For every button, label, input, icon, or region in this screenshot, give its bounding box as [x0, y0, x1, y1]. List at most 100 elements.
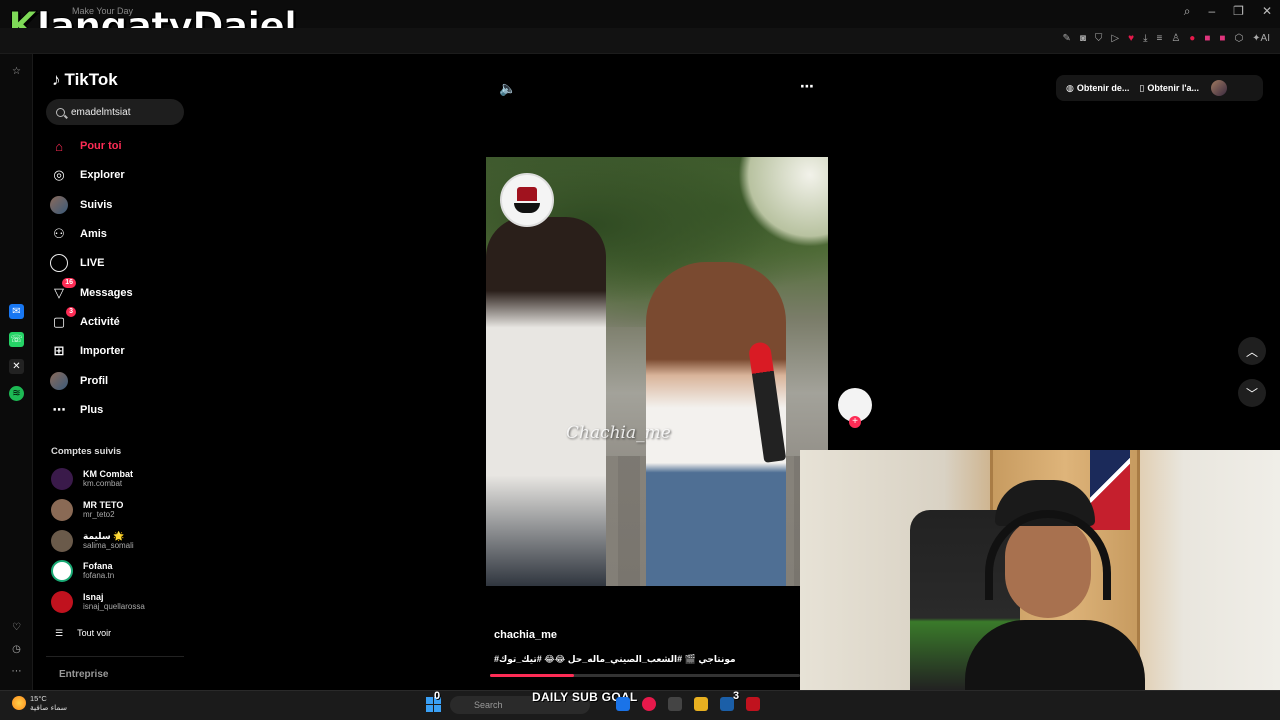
app-icon[interactable] [746, 697, 760, 711]
nav-friends[interactable]: ⚇ Amis [50, 223, 107, 245]
get-coins-button[interactable]: ◍ Obtenir de... [1066, 83, 1129, 94]
avatar [51, 530, 73, 552]
get-app-button[interactable]: ▯ Obtenir l'a... [1139, 83, 1199, 94]
video-hashtags[interactable]: #مونتاجي 🎬 #الشعب_الصيني_ماله_حل 😂😂 #تيك… [494, 654, 736, 665]
messages-badge: 16 [62, 278, 76, 288]
see-all-link[interactable]: ☰ Tout voir [55, 628, 111, 639]
search-icon [56, 107, 65, 117]
streamer [965, 480, 1175, 690]
header-actions: ◍ Obtenir de... ▯ Obtenir l'a... [1056, 75, 1263, 101]
play-icon[interactable]: ▷ [1111, 33, 1119, 44]
download-icon[interactable]: ⤓ [1143, 33, 1147, 44]
tiktok-note-icon: ♪ [52, 70, 61, 89]
nav-profile[interactable]: Profil [50, 370, 108, 392]
nav-following[interactable]: Suivis [50, 194, 112, 216]
weather-widget[interactable]: 15°C سماء صافية [12, 694, 67, 712]
taskbar-apps [616, 697, 760, 711]
minimize-icon[interactable]: – [1208, 4, 1215, 19]
app-icon[interactable] [668, 697, 682, 711]
following-avatar-icon [50, 196, 68, 214]
tiktok-logo[interactable]: ♪ TikTok [52, 70, 118, 90]
more-options-icon[interactable]: ⋯ [800, 78, 814, 95]
camera-icon[interactable]: ◙ [1080, 33, 1086, 44]
activity-badge: 3 [66, 307, 76, 317]
plus-square-icon: ⊞ [53, 343, 65, 358]
heart-outline-icon[interactable]: ♡ [9, 620, 24, 635]
avatar [51, 591, 73, 613]
search-bar[interactable] [46, 99, 184, 125]
sun-icon [12, 696, 26, 710]
more-dots-icon: ⋯ [52, 402, 66, 417]
followed-accounts-title: Comptes suivis [51, 446, 122, 457]
avatar [51, 499, 73, 521]
channel-logo [500, 173, 554, 227]
window-controls: ⌕ – ❐ ✕ [1184, 4, 1272, 19]
messenger-icon[interactable]: ✉ [9, 304, 24, 319]
video-username[interactable]: chachia_me [494, 629, 557, 641]
spotify-icon[interactable]: ≋ [9, 386, 24, 401]
next-video-button[interactable]: ﹀ [1238, 379, 1266, 407]
user-avatar[interactable] [1210, 80, 1227, 96]
nav-for-you[interactable]: ⌂ Pour toi [50, 135, 122, 157]
volume-icon[interactable]: 🔈 [499, 80, 516, 97]
live-icon [50, 254, 68, 272]
edge-icon[interactable] [616, 697, 630, 711]
steam-icon[interactable] [720, 697, 734, 711]
whatsapp-icon[interactable]: ☏ [9, 332, 24, 347]
enterprise-link[interactable]: Entreprise [59, 669, 108, 680]
puzzle-icon[interactable]: ⬡ [1234, 33, 1243, 44]
search-icon[interactable]: ⌕ [1184, 4, 1191, 19]
heart-icon[interactable]: ♥ [1128, 33, 1134, 44]
followed-account[interactable]: سليمة 🌟 salima_somali [51, 530, 134, 552]
nav-upload[interactable]: ⊞ Importer [50, 340, 125, 362]
followed-account[interactable]: KM Combat km.combat [51, 468, 133, 490]
opera-icon[interactable] [642, 697, 656, 711]
followed-account[interactable]: Fofana fofana.tn [51, 560, 114, 582]
close-icon[interactable]: ✕ [1262, 4, 1272, 19]
x-icon[interactable]: ✕ [9, 359, 24, 374]
paper-plane-icon: ▽ 16 [50, 278, 76, 302]
nav-messages[interactable]: ▽ 16 Messages [50, 278, 133, 304]
browser-side-rail: ☆ ✉ ☏ ✕ ≋ ♡ ◷ ⋯ [0, 54, 33, 690]
search-input[interactable] [71, 106, 171, 118]
activity-icon: ▢ 3 [50, 307, 76, 331]
compass-icon: ◎ [53, 167, 65, 182]
nav-activity[interactable]: ▢ 3 Activité [50, 307, 120, 333]
creator-avatar[interactable]: + [838, 388, 872, 428]
video-sky [738, 157, 828, 247]
nav-live[interactable]: LIVE [50, 252, 104, 274]
clock-icon[interactable]: ◷ [9, 642, 24, 657]
followed-account[interactable]: Isnaj isnaj_quellarossa [51, 591, 145, 613]
webcam-overlay [800, 450, 1280, 690]
video-progress-bar[interactable] [490, 674, 800, 677]
avatar [51, 468, 73, 490]
extension-icon[interactable]: ■ [1204, 33, 1210, 44]
phone-icon: ▯ [1139, 82, 1145, 93]
nav-explore[interactable]: ◎ Explorer [50, 164, 124, 186]
followed-account[interactable]: MR TETO mr_teto2 [51, 499, 123, 521]
previous-video-button[interactable]: ︿ [1238, 337, 1266, 365]
extension-icon[interactable]: ■ [1219, 33, 1225, 44]
video-player[interactable]: Chachia_me [486, 157, 828, 586]
video-watermark: Chachia_me [566, 423, 671, 443]
star-icon[interactable]: ☆ [9, 64, 24, 79]
shield-icon[interactable]: ⛉ [1095, 33, 1103, 44]
browser-toolbar-icons: ✎ ◙ ⛉ ▷ ♥ ⤓ ≡ ♙ ● ■ ■ ⬡ ✦AI [1062, 33, 1270, 44]
user-icon[interactable]: ♙ [1171, 33, 1180, 44]
restore-icon[interactable]: ❐ [1233, 4, 1244, 19]
nav-more[interactable]: ⋯ Plus [50, 399, 104, 421]
more-icon[interactable]: ⋯ [9, 664, 24, 679]
chevron-down-icon: ﹀ [1245, 386, 1258, 401]
coin-icon: ◍ [1066, 82, 1074, 93]
ai-icon[interactable]: ✦AI [1252, 33, 1270, 44]
extension-icon[interactable]: ● [1189, 33, 1195, 44]
follow-plus-icon[interactable]: + [849, 416, 861, 428]
list-icon: ☰ [55, 628, 64, 638]
folder-icon[interactable] [694, 697, 708, 711]
avatar [51, 560, 73, 582]
divider [46, 656, 184, 657]
video-progress-fill [490, 674, 574, 677]
edit-icon[interactable]: ✎ [1062, 33, 1070, 44]
sub-goal-current: 0 [434, 690, 441, 702]
list-icon[interactable]: ≡ [1156, 33, 1162, 44]
